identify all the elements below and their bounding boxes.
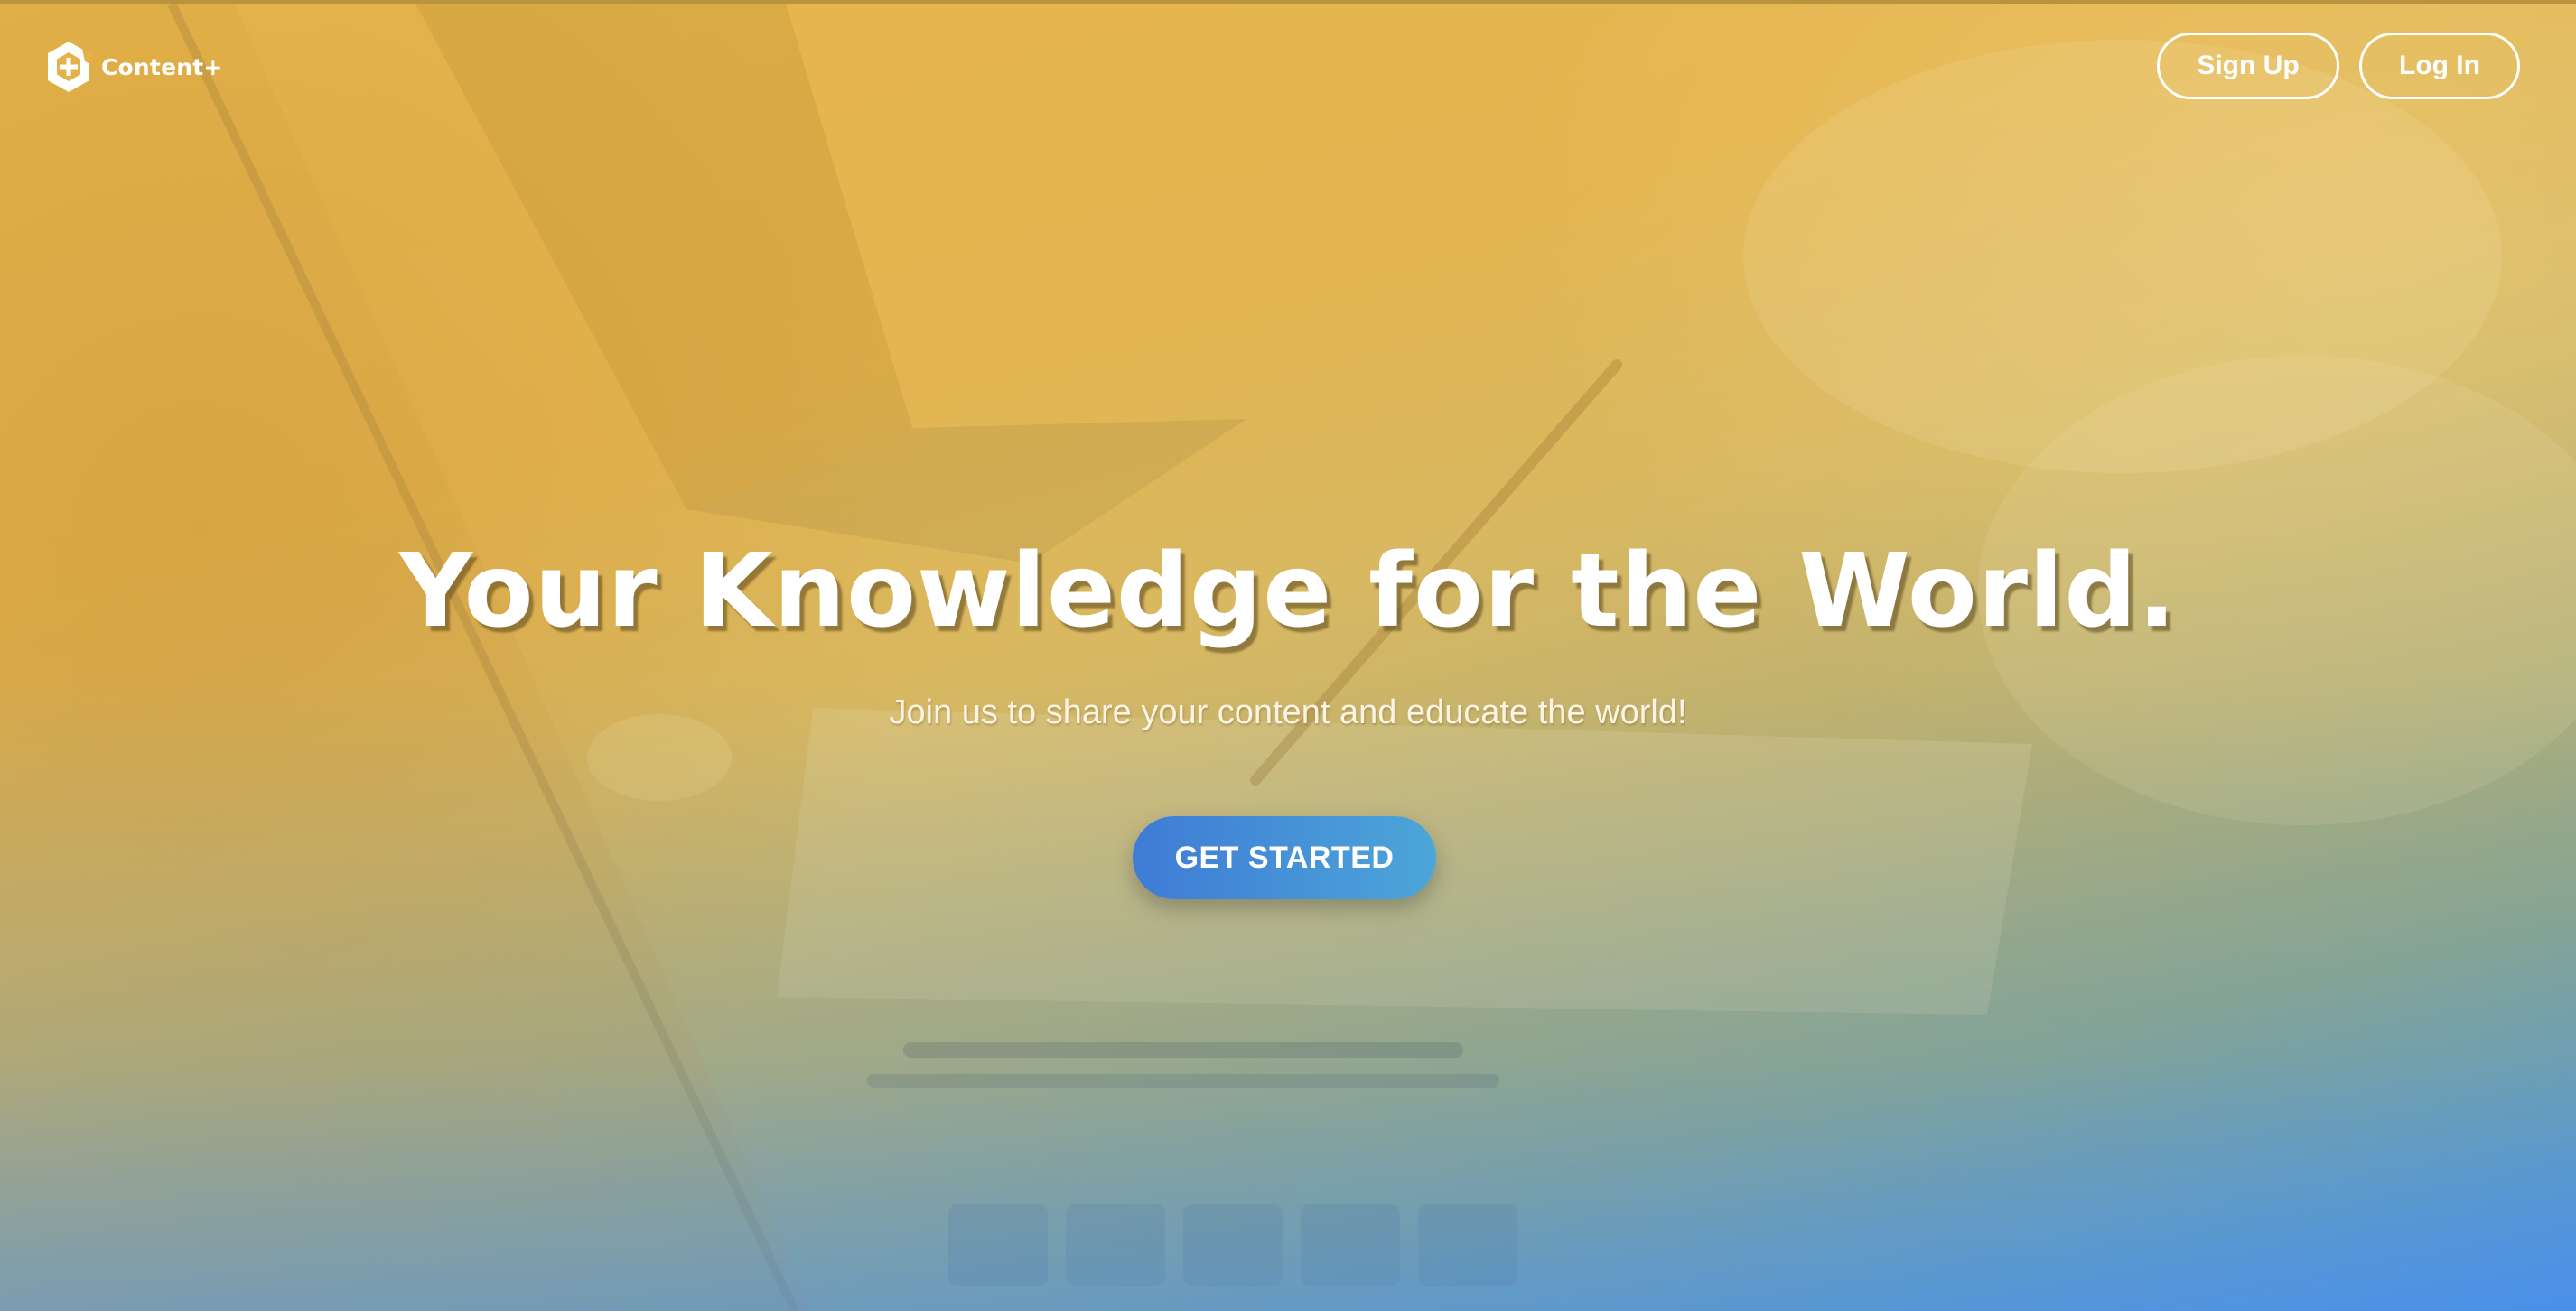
brand-name: Content+ [101, 53, 223, 80]
sign-up-button[interactable]: Sign Up [2157, 33, 2339, 99]
hexagon-logo-icon [48, 42, 92, 92]
hero-headline: Your Knowledge for the World. [398, 533, 2178, 650]
hero-subheadline: Join us to share your content and educat… [889, 693, 1687, 731]
log-in-button[interactable]: Log In [2359, 33, 2520, 99]
bottom-blue-tint [0, 679, 2576, 1311]
get-started-button[interactable]: GET STARTED [1133, 816, 1436, 899]
hero-section: Content+ Sign Up Log In Your Knowledge f… [0, 4, 2576, 1311]
brand-logo[interactable]: Content+ [45, 38, 223, 96]
header-nav: Sign Up Log In [2157, 33, 2520, 99]
